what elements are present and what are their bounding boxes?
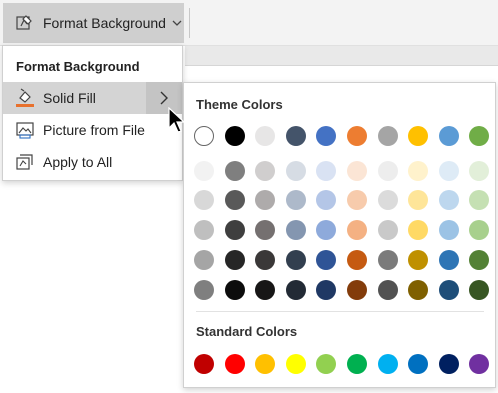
theme-color-swatch[interactable]: [285, 190, 306, 210]
theme-color-swatch[interactable]: [224, 280, 245, 300]
theme-color-swatch[interactable]: [224, 250, 245, 270]
theme-color-swatch[interactable]: [285, 220, 306, 240]
theme-color-swatch[interactable]: [316, 250, 337, 270]
theme-color-swatch[interactable]: [347, 250, 367, 270]
theme-color-swatch[interactable]: [347, 161, 367, 181]
theme-color-swatch[interactable]: [377, 220, 398, 240]
paint-bucket-icon: [16, 88, 34, 107]
theme-color-swatch[interactable]: [224, 126, 245, 146]
slide-area-strip: [185, 46, 498, 66]
ribbon-separator: [189, 8, 190, 38]
standard-color-swatch[interactable]: [347, 354, 367, 374]
theme-color-swatch[interactable]: [438, 220, 459, 240]
theme-color-swatch[interactable]: [408, 190, 429, 210]
theme-color-swatch[interactable]: [438, 161, 459, 181]
menu-item-label: Picture from File: [43, 122, 145, 138]
theme-color-swatch[interactable]: [255, 280, 276, 300]
theme-color-swatch[interactable]: [469, 161, 490, 181]
theme-color-swatch[interactable]: [469, 220, 490, 240]
format-background-menu: Format Background Solid Fill Picture fro…: [2, 45, 183, 181]
theme-color-swatch[interactable]: [438, 250, 459, 270]
theme-color-swatch[interactable]: [347, 280, 367, 300]
standard-color-swatch[interactable]: [469, 354, 490, 374]
menu-item-label: Solid Fill: [43, 90, 96, 106]
theme-color-swatch[interactable]: [224, 190, 245, 210]
theme-color-swatch[interactable]: [285, 250, 306, 270]
standard-color-swatch[interactable]: [285, 354, 306, 374]
theme-color-swatch[interactable]: [347, 190, 367, 210]
ribbon-toolbar: Format Background: [0, 0, 498, 46]
theme-color-swatch[interactable]: [316, 190, 337, 210]
theme-color-swatch[interactable]: [377, 250, 398, 270]
chevron-right-icon: [160, 91, 168, 105]
theme-color-swatch[interactable]: [347, 220, 367, 240]
theme-color-swatch[interactable]: [285, 161, 306, 181]
theme-color-swatch[interactable]: [194, 280, 214, 300]
solid-fill-color-flyout: Theme Colors Standard Colors: [183, 82, 496, 388]
menu-item-picture-from-file[interactable]: Picture from File: [3, 114, 182, 146]
theme-color-swatch[interactable]: [469, 250, 490, 270]
theme-color-swatch[interactable]: [438, 190, 459, 210]
theme-color-swatch[interactable]: [469, 126, 490, 146]
theme-color-swatch[interactable]: [316, 280, 337, 300]
theme-color-swatch[interactable]: [285, 280, 306, 300]
theme-color-swatch[interactable]: [255, 161, 276, 181]
theme-color-swatch[interactable]: [285, 126, 306, 146]
flyout-divider: [196, 311, 484, 312]
standard-color-swatch[interactable]: [316, 354, 337, 374]
menu-item-label: Apply to All: [43, 154, 113, 170]
apply-all-icon: [16, 154, 33, 170]
standard-color-swatch[interactable]: [408, 354, 429, 374]
standard-colors-heading: Standard Colors: [196, 324, 298, 339]
standard-color-swatch[interactable]: [194, 354, 214, 374]
picture-icon: [16, 122, 34, 139]
theme-color-swatch[interactable]: [255, 190, 276, 210]
menu-header: Format Background: [16, 59, 140, 74]
theme-color-swatch[interactable]: [316, 220, 337, 240]
theme-color-swatch[interactable]: [194, 161, 214, 181]
standard-color-swatch[interactable]: [255, 354, 276, 374]
theme-color-swatch[interactable]: [408, 250, 429, 270]
theme-color-swatch[interactable]: [438, 126, 459, 146]
theme-color-swatch[interactable]: [255, 220, 276, 240]
theme-color-swatch[interactable]: [408, 126, 429, 146]
theme-color-swatch[interactable]: [194, 250, 214, 270]
standard-color-swatch[interactable]: [224, 354, 245, 374]
format-background-button[interactable]: Format Background: [3, 3, 184, 43]
standard-color-swatch[interactable]: [438, 354, 459, 374]
theme-color-swatch[interactable]: [469, 190, 490, 210]
theme-color-swatch[interactable]: [377, 190, 398, 210]
chevron-down-icon: [172, 20, 182, 26]
theme-color-swatch[interactable]: [408, 220, 429, 240]
format-background-label: Format Background: [43, 15, 166, 31]
theme-color-swatch[interactable]: [316, 161, 337, 181]
theme-color-swatch[interactable]: [194, 190, 214, 210]
theme-color-swatch[interactable]: [255, 250, 276, 270]
theme-color-swatch[interactable]: [347, 126, 367, 146]
menu-item-solid-fill[interactable]: Solid Fill: [3, 82, 182, 114]
theme-color-swatch[interactable]: [377, 280, 398, 300]
theme-color-swatch[interactable]: [377, 161, 398, 181]
theme-color-swatch[interactable]: [255, 126, 276, 146]
menu-item-apply-to-all[interactable]: Apply to All: [3, 146, 182, 178]
theme-color-swatch[interactable]: [408, 161, 429, 181]
theme-color-swatch[interactable]: [194, 220, 214, 240]
theme-color-swatch[interactable]: [224, 161, 245, 181]
format-background-icon: [16, 15, 32, 30]
theme-color-swatch[interactable]: [194, 126, 214, 146]
standard-color-swatch[interactable]: [377, 354, 398, 374]
mouse-pointer-icon: [168, 107, 186, 133]
theme-color-swatch[interactable]: [408, 280, 429, 300]
theme-color-swatch[interactable]: [377, 126, 398, 146]
theme-color-swatch[interactable]: [224, 220, 245, 240]
theme-color-swatch[interactable]: [469, 280, 490, 300]
theme-color-swatch[interactable]: [438, 280, 459, 300]
theme-color-swatch[interactable]: [316, 126, 337, 146]
theme-colors-heading: Theme Colors: [196, 97, 283, 112]
